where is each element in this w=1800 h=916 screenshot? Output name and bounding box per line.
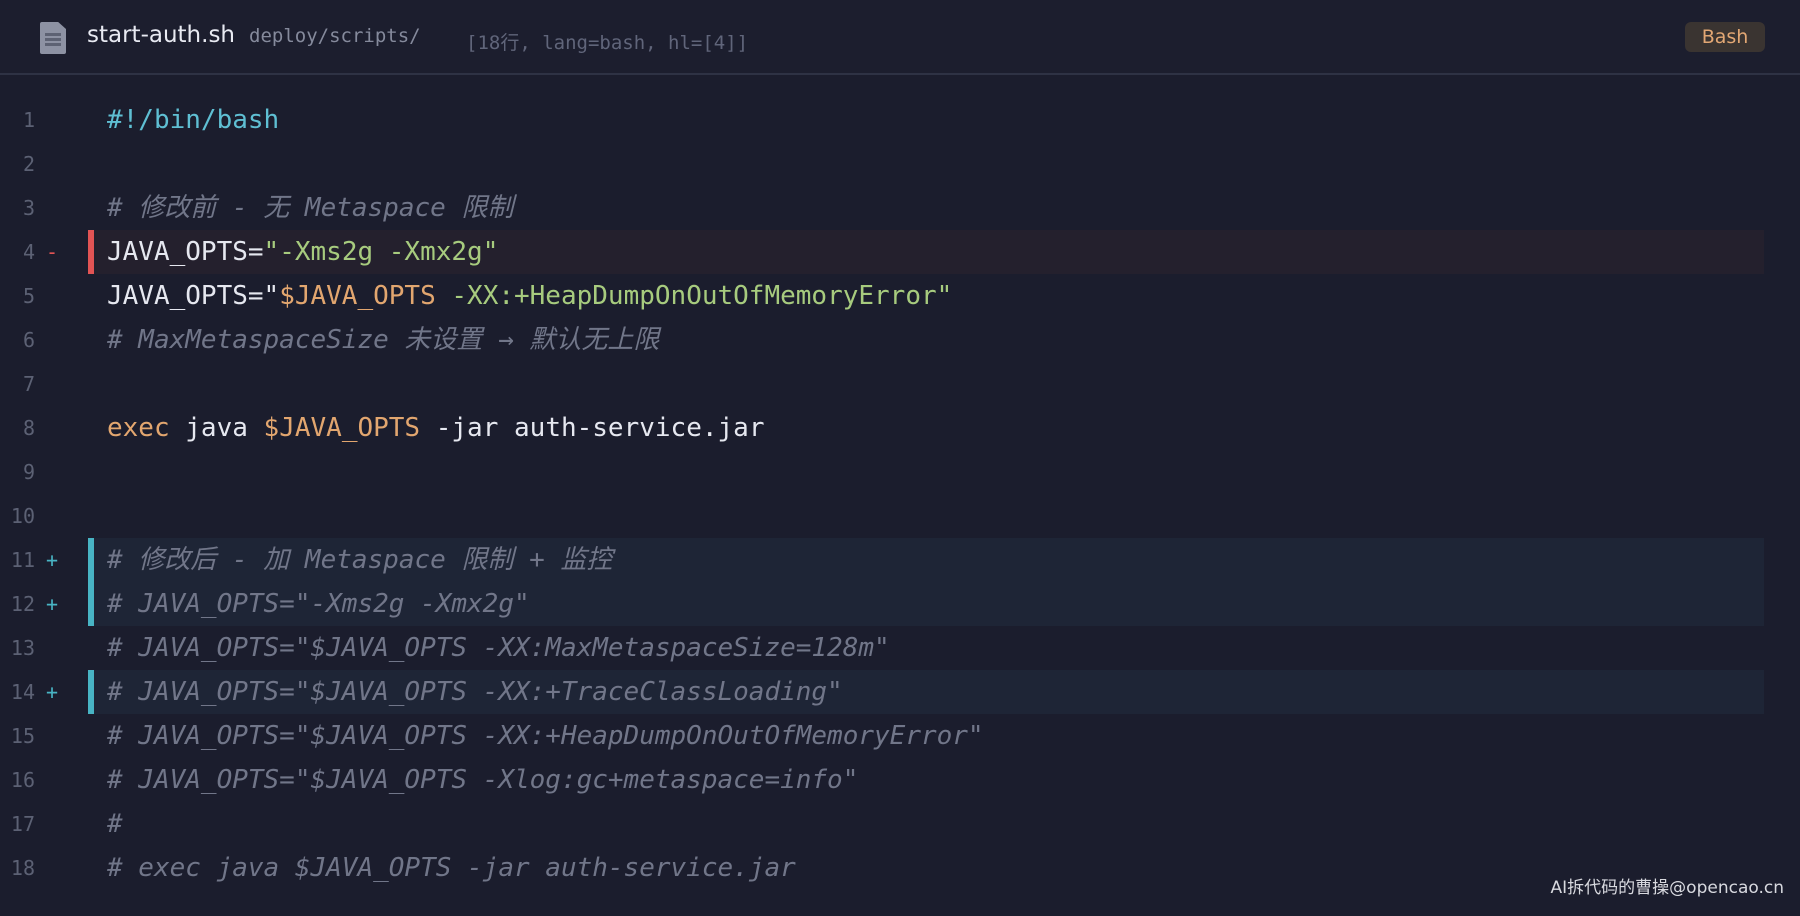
token-keyword: exec [107,413,170,443]
document-icon [40,22,66,54]
diff-mark: - [46,240,59,264]
file-meta: [18行, lang=bash, hl=[4]] [466,32,749,54]
line-number: 17 [10,812,35,836]
line-text: # JAVA_OPTS="$JAVA_OPTS -XX:+HeapDumpOnO… [107,721,984,751]
code-line-4-deleted: 4 - JAVA_OPTS="-Xms2g -Xmx2g" [0,230,1800,274]
line-number: 2 [22,152,35,176]
line-text: exec java $JAVA_OPTS -jar auth-service.j… [107,406,764,450]
code-line-17: 17 # [0,802,1800,846]
line-text: # 修改前 - 无 Metaspace 限制 [107,193,514,223]
token-command: java [169,413,264,443]
line-number: 7 [22,372,35,396]
line-number: 4 [22,240,35,264]
line-text: # JAVA_OPTS="-Xms2g -Xmx2g" [107,589,530,619]
code-line-2: 2 [0,142,1800,186]
added-line-marker [88,670,94,714]
line-text: #!/bin/bash [107,105,280,135]
line-number: 1 [22,108,35,132]
line-number: 12 [10,592,35,616]
code-line-9: 9 [0,450,1800,494]
code-line-6: 6 # MaxMetaspaceSize 未设置 → 默认无上限 [0,318,1800,362]
line-number: 18 [10,856,35,880]
code-line-18: 18 # exec java $JAVA_OPTS -jar auth-serv… [0,846,1800,890]
watermark: AI拆代码的曹操@opencao.cn [1550,878,1784,898]
diff-mark: + [46,548,59,572]
code-line-14-added: 14 + # JAVA_OPTS="$JAVA_OPTS -XX:+TraceC… [0,670,1800,714]
deleted-line-marker [88,230,94,274]
line-number: 9 [22,460,35,484]
line-text: JAVA_OPTS="$JAVA_OPTS -XX:+HeapDumpOnOut… [107,274,952,318]
line-text: # JAVA_OPTS="$JAVA_OPTS -Xlog:gc+metaspa… [107,765,859,795]
language-badge: Bash [1685,22,1765,52]
code-line-15: 15 # JAVA_OPTS="$JAVA_OPTS -XX:+HeapDump… [0,714,1800,758]
line-number: 3 [22,196,35,220]
line-number: 14 [10,680,35,704]
file-path: deploy/scripts/ [249,25,421,47]
diff-mark: + [46,592,59,616]
token-string: "-Xms2g -Xmx2g" [263,237,499,267]
line-number: 11 [10,548,35,572]
added-line-marker [88,538,94,582]
code-line-16: 16 # JAVA_OPTS="$JAVA_OPTS -Xlog:gc+meta… [0,758,1800,802]
code-line-5: 5 JAVA_OPTS="$JAVA_OPTS -XX:+HeapDumpOnO… [0,274,1800,318]
line-text: # exec java $JAVA_OPTS -jar auth-service… [107,853,796,883]
line-text: JAVA_OPTS="-Xms2g -Xmx2g" [107,230,498,274]
token-assignment: JAVA_OPTS=" [107,281,280,311]
token-string: -XX:+HeapDumpOnOutOfMemoryError" [435,281,953,311]
line-number: 8 [22,416,35,440]
line-text: # JAVA_OPTS="$JAVA_OPTS -XX:MaxMetaspace… [107,633,890,663]
code-line-1: 1 #!/bin/bash [0,98,1800,142]
line-number: 13 [10,636,35,660]
line-text: # MaxMetaspaceSize 未设置 → 默认无上限 [107,325,660,355]
line-text: # 修改后 - 加 Metaspace 限制 + 监控 [107,545,613,575]
token-args: -jar auth-service.jar [420,413,765,443]
code-line-13: 13 # JAVA_OPTS="$JAVA_OPTS -XX:MaxMetasp… [0,626,1800,670]
code-line-3: 3 # 修改前 - 无 Metaspace 限制 [0,186,1800,230]
line-number: 6 [22,328,35,352]
code-view: 1 #!/bin/bash 2 3 # 修改前 - 无 Metaspace 限制… [0,98,1800,890]
added-line-marker [88,582,94,626]
line-text: # JAVA_OPTS="$JAVA_OPTS -XX:+TraceClassL… [107,677,843,707]
line-number: 10 [10,504,35,528]
code-line-10: 10 [0,494,1800,538]
line-number: 15 [10,724,35,748]
file-name[interactable]: start-auth.sh [87,22,235,48]
code-line-11-added: 11 + # 修改后 - 加 Metaspace 限制 + 监控 [0,538,1800,582]
line-number: 5 [22,284,35,308]
token-assignment: JAVA_OPTS= [107,237,264,267]
code-line-7: 7 [0,362,1800,406]
editor-header: start-auth.sh deploy/scripts/ [18行, lang… [0,0,1800,75]
line-text: # [107,809,123,839]
code-line-8: 8 exec java $JAVA_OPTS -jar auth-service… [0,406,1800,450]
code-line-12-added: 12 + # JAVA_OPTS="-Xms2g -Xmx2g" [0,582,1800,626]
diff-mark: + [46,680,59,704]
line-number: 16 [10,768,35,792]
token-variable: $JAVA_OPTS [263,413,421,443]
token-variable: $JAVA_OPTS [279,281,436,311]
